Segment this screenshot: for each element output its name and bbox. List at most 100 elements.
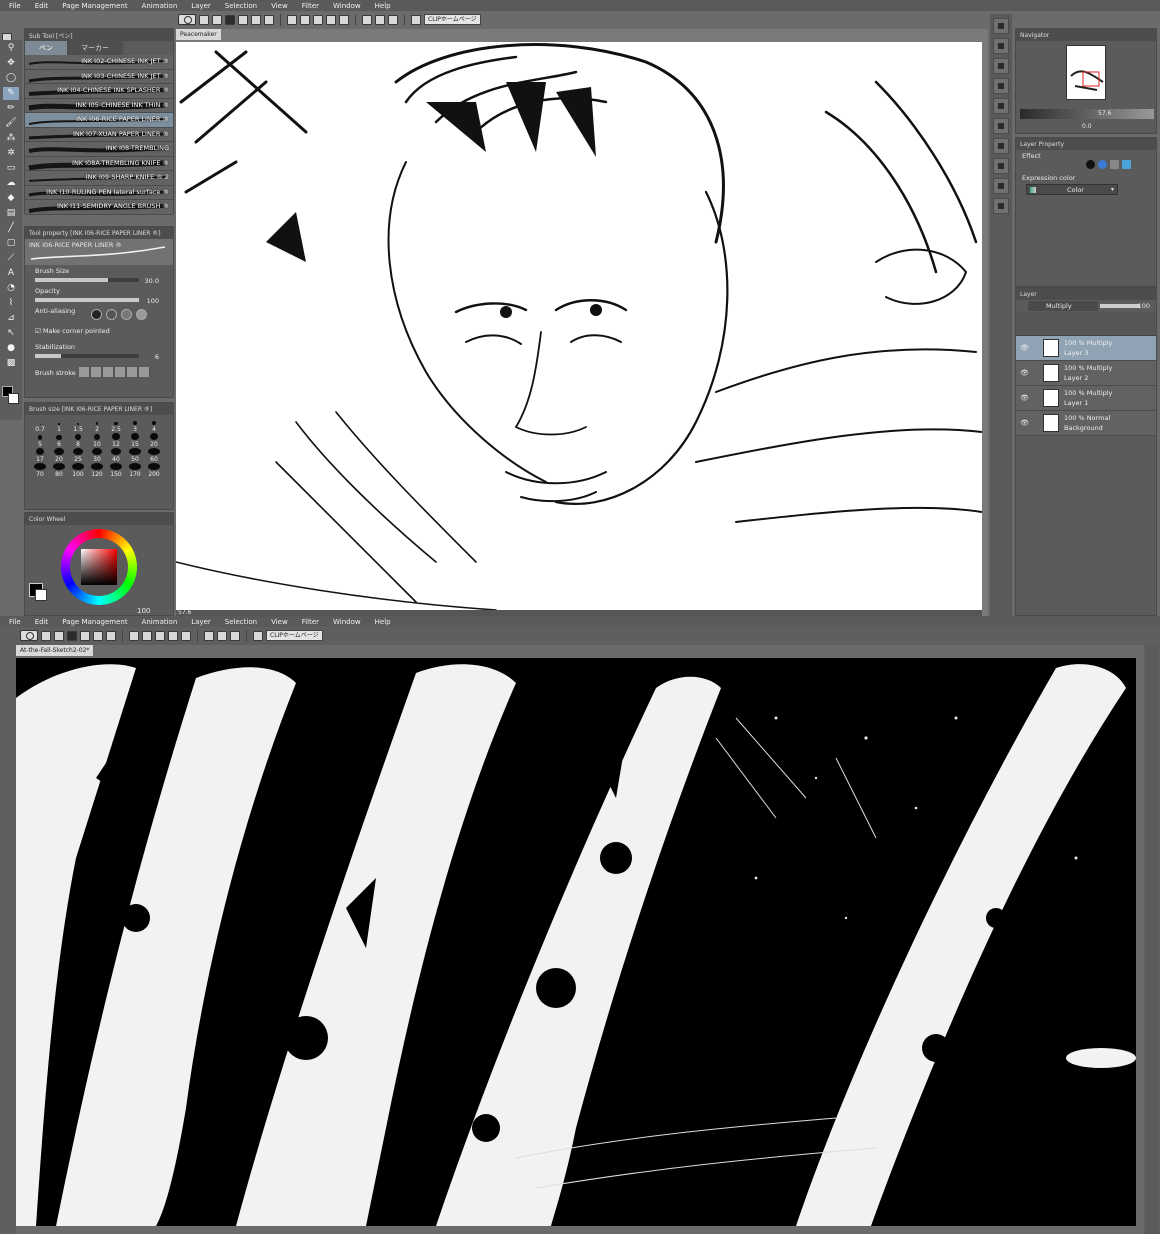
brush-size-preset[interactable]: 5 xyxy=(31,433,49,448)
undo-icon[interactable] xyxy=(80,630,90,641)
eye-icon[interactable]: 👁 xyxy=(1020,419,1029,427)
brush-size-preset[interactable]: 12 xyxy=(107,433,125,448)
brush-size-preset[interactable]: 1 xyxy=(50,418,68,433)
menu-window[interactable]: Window xyxy=(333,618,361,626)
brush-item[interactable]: INK I11-SEMIDRY ANGLE BRUSH ® xyxy=(25,200,173,215)
menu-layer[interactable]: Layer xyxy=(191,618,211,626)
document-tab[interactable]: At-the-Fall-Sketch2-02* xyxy=(16,645,94,656)
eye-icon[interactable]: 👁 xyxy=(1020,369,1029,377)
layer-row[interactable]: 👁 100 % Multiply Layer 3 xyxy=(1016,336,1156,361)
brush-size-preset[interactable]: 6 xyxy=(50,433,68,448)
fill-icon[interactable] xyxy=(326,14,336,25)
menu-file[interactable]: File xyxy=(9,618,21,626)
menu-animation[interactable]: Animation xyxy=(142,2,178,10)
document-tab[interactable]: Peacemaker xyxy=(176,29,221,40)
tab-pen[interactable]: ペン xyxy=(25,41,67,55)
layer-search-icon[interactable] xyxy=(993,158,1009,174)
image-material-icon[interactable] xyxy=(993,138,1009,154)
menu-edit[interactable]: Edit xyxy=(35,2,49,10)
move-tool-icon[interactable]: ✥ xyxy=(3,57,19,70)
brush-item[interactable]: INK I03-CHINESE INK JET ® xyxy=(25,69,173,84)
menu-selection[interactable]: Selection xyxy=(225,2,257,10)
saturation-value-square[interactable] xyxy=(81,549,117,585)
brush-size-preset[interactable]: 120 xyxy=(88,463,106,478)
brush-size-preset[interactable]: 30 xyxy=(88,448,106,463)
opacity-row[interactable]: Opacity 100 xyxy=(25,285,173,305)
brush-size-preset[interactable]: 20 xyxy=(145,433,163,448)
transform-icon[interactable] xyxy=(287,14,297,25)
special-ruler-icon[interactable] xyxy=(375,14,385,25)
menu-filter[interactable]: Filter xyxy=(302,618,319,626)
zoom-tool-icon[interactable]: ⚲ xyxy=(3,42,19,55)
lasso-tool-icon[interactable]: ◯ xyxy=(3,72,19,85)
antialias-none-icon[interactable] xyxy=(91,309,102,320)
eyedropper-tool-icon[interactable]: ⊿ xyxy=(3,312,19,325)
drawing-canvas[interactable] xyxy=(176,42,982,610)
frame-tool-icon[interactable]: ▢ xyxy=(3,237,19,250)
ruler-snap-icon[interactable] xyxy=(362,14,372,25)
deselect-icon[interactable] xyxy=(142,630,152,641)
brush-size-preset[interactable]: 40 xyxy=(107,448,125,463)
brush-item[interactable]: INK I04-CHINESE INK SPLASHER ® xyxy=(25,84,173,99)
brush-item[interactable]: INK I05-CHINESE INK THIN ® xyxy=(25,98,173,113)
menu-help[interactable]: Help xyxy=(375,618,391,626)
brush-size-row[interactable]: Brush Size 30.0 xyxy=(25,265,173,285)
brush-size-preset[interactable]: 8 xyxy=(69,433,87,448)
deselect-icon[interactable] xyxy=(300,14,310,25)
tab-marker[interactable]: マーカー xyxy=(67,41,123,55)
corner-row[interactable]: ☑ Make corner pointed xyxy=(25,325,173,341)
brush-size-preset[interactable]: 0.7 xyxy=(31,418,49,433)
opacity-slider[interactable] xyxy=(35,298,139,302)
new-icon[interactable] xyxy=(41,630,51,641)
pencil-tool-icon[interactable]: ✏ xyxy=(3,102,19,115)
blend-tool-icon[interactable]: ☁ xyxy=(3,177,19,190)
brush-item[interactable]: INK I09-SHARP KNIFE ® 2 xyxy=(25,171,173,186)
brush-item[interactable]: INK I02-CHINESE INK JET ® xyxy=(25,55,173,70)
clip-logo-icon[interactable] xyxy=(20,630,38,641)
clear-icon[interactable] xyxy=(106,630,116,641)
menu-animation[interactable]: Animation xyxy=(142,618,178,626)
brush-item[interactable]: INK I10-RULING PEN lateral surface ® xyxy=(25,185,173,200)
antialias-strong-icon[interactable] xyxy=(136,309,147,320)
color-chip-sub[interactable] xyxy=(35,589,47,601)
transform-icon[interactable] xyxy=(129,630,139,641)
pen-tool-icon[interactable]: ✎ xyxy=(3,87,19,100)
brush-item[interactable]: INK I08A-TREMBLING KNIFE ® xyxy=(25,156,173,171)
color-wheel-ring[interactable] xyxy=(61,529,137,605)
brush-size-preset[interactable]: 2.5 xyxy=(107,418,125,433)
brush-size-preset[interactable]: 150 xyxy=(107,463,125,478)
menu-layer[interactable]: Layer xyxy=(191,2,211,10)
fill-tool-icon[interactable]: ◆ xyxy=(3,192,19,205)
brush-size-preset[interactable]: 10 xyxy=(88,433,106,448)
text-tool-icon[interactable]: A xyxy=(3,267,19,280)
operation-tool-icon[interactable]: ↖ xyxy=(3,327,19,340)
brush-size-preset[interactable]: 50 xyxy=(126,448,144,463)
menu-edit[interactable]: Edit xyxy=(35,618,49,626)
item-bank-icon[interactable] xyxy=(993,198,1009,214)
border-effect-icon[interactable] xyxy=(1086,160,1095,169)
material-image-icon[interactable] xyxy=(993,118,1009,134)
decoration-tool-icon[interactable]: ✲ xyxy=(3,147,19,160)
crop-icon[interactable] xyxy=(155,630,165,641)
clear-icon[interactable] xyxy=(264,14,274,25)
brush-size-preset[interactable]: 170 xyxy=(126,463,144,478)
redo-icon[interactable] xyxy=(251,14,261,25)
clip-homepage-button[interactable]: CLIPホームページ xyxy=(424,14,481,25)
vertical-scrollbar[interactable] xyxy=(1146,645,1158,1234)
layer-row[interactable]: 👁 100 % Normal Background xyxy=(1016,411,1156,436)
clip-logo-icon[interactable] xyxy=(178,14,196,25)
brush-size-preset[interactable]: 2 xyxy=(88,418,106,433)
brush-item[interactable]: INK I07-XUAN PAPER LINER ® xyxy=(25,127,173,142)
transparent-color-icon[interactable]: ▩ xyxy=(3,357,19,370)
drawing-canvas[interactable] xyxy=(16,658,1136,1226)
brush-size-preset[interactable]: 200 xyxy=(145,463,163,478)
menu-page-management[interactable]: Page Management xyxy=(62,618,127,626)
brush-size-preset[interactable]: 80 xyxy=(50,463,68,478)
antialias-medium-icon[interactable] xyxy=(121,309,132,320)
grid-snap-icon[interactable] xyxy=(230,630,240,641)
brush-item[interactable]: INK I08-TREMBLING xyxy=(25,142,173,157)
invert-selection-icon[interactable] xyxy=(339,14,349,25)
history-icon[interactable] xyxy=(993,78,1009,94)
menu-filter[interactable]: Filter xyxy=(302,2,319,10)
corner-checkbox[interactable]: ☑ xyxy=(35,327,43,335)
